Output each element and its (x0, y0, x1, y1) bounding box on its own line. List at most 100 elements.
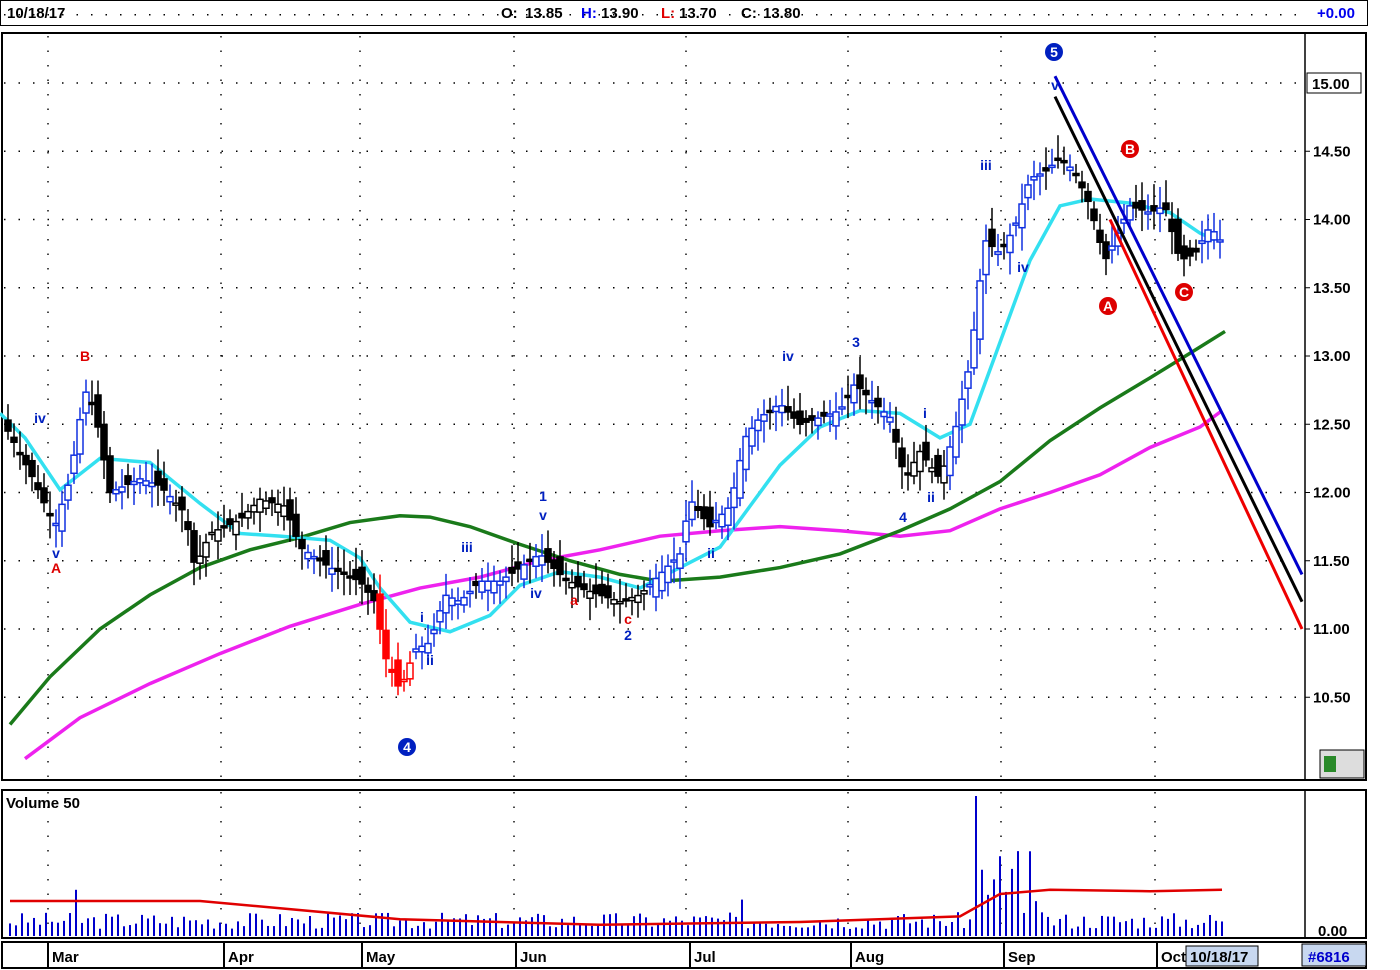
candle-body (136, 478, 144, 484)
candle-body (466, 590, 474, 595)
candle-body (352, 568, 360, 581)
candle-body (550, 559, 558, 570)
candle-body (1012, 222, 1020, 226)
candle-body (616, 600, 624, 605)
candle-body (712, 519, 720, 524)
wave-label-minor: A (51, 560, 61, 576)
wave-label-minor: iv (34, 410, 46, 426)
candle-body (1042, 167, 1050, 172)
candle-body (502, 576, 510, 583)
candle-body (940, 465, 948, 484)
candle-body (1192, 247, 1200, 253)
wave-B-circled: B (1125, 141, 1135, 157)
candle-body (262, 500, 270, 510)
price-tick-label: 13.00 (1313, 348, 1351, 365)
candle-body (172, 502, 180, 506)
candle-body (988, 228, 996, 248)
price-axis-ticks: 14.50 14.00 13.50 13.00 12.50 12.00 11.50 11.00… (1305, 143, 1351, 706)
candle-body (1060, 159, 1068, 164)
candle-body (622, 598, 630, 602)
price-tick-label: 12.00 (1313, 485, 1351, 502)
candle-body (922, 441, 930, 461)
candle-body (1132, 201, 1140, 209)
candle-body (934, 454, 942, 477)
candle-body (1006, 234, 1014, 254)
candle-body (322, 550, 330, 566)
channel-line-black (1053, 95, 1304, 603)
candle-body (40, 487, 48, 504)
candle-body (1072, 172, 1080, 177)
candle-body (580, 583, 588, 591)
candle-body (214, 529, 222, 542)
candle-body (94, 394, 102, 428)
candle-body (328, 567, 336, 575)
candle-body (1186, 247, 1194, 257)
candle-body (1180, 245, 1188, 260)
candle-body (100, 423, 108, 461)
candle-body (862, 389, 870, 396)
grid-dots (4, 14, 1303, 936)
candle-body (178, 496, 186, 511)
candle-body (334, 567, 342, 572)
candle-body (316, 557, 324, 562)
candle-body (544, 548, 552, 563)
candle-body (166, 495, 174, 503)
candle-body (526, 558, 534, 563)
candle-body (64, 484, 72, 501)
candle-body (856, 374, 864, 390)
price-tick-label: 14.50 (1313, 143, 1351, 160)
candle-body (244, 510, 252, 519)
wave-label-minor: 3 (852, 334, 860, 350)
candle-body (1108, 245, 1116, 251)
candle-body (1156, 207, 1164, 215)
candle-body (1084, 190, 1092, 203)
candle-body (1174, 218, 1182, 254)
candle-body (658, 571, 666, 592)
candle-body (1216, 239, 1224, 243)
wave-label-minor: ii (927, 489, 935, 505)
wave-label-minor: iii (461, 539, 473, 555)
candle-body (886, 416, 894, 423)
candle-body (898, 447, 906, 468)
price-tick-label: 10.50 (1313, 689, 1351, 706)
wave-label-minor: v (1051, 77, 1059, 93)
candle-body (982, 240, 990, 276)
candle-body (106, 455, 114, 494)
wave-label-minor: v (52, 545, 60, 561)
wave-label-minor: c (624, 611, 632, 627)
candle-body (700, 506, 708, 520)
candle-body (340, 571, 348, 575)
candle-body (688, 501, 696, 521)
candle-body (1024, 184, 1032, 199)
candle-body (736, 459, 744, 499)
candle-body (490, 580, 498, 594)
candle-body (676, 553, 684, 569)
channel-line-red (1108, 218, 1304, 630)
candle-body (808, 415, 816, 421)
candle-body (838, 406, 846, 410)
candle-body (394, 659, 402, 687)
candle-body (868, 399, 876, 404)
candle-body (310, 555, 318, 560)
candle-body (286, 499, 294, 521)
candle-body (592, 584, 600, 595)
candle-body (874, 397, 882, 408)
wave-label-minor: 2 (624, 627, 632, 643)
candle-body (628, 596, 636, 602)
candle-body (478, 580, 486, 593)
candle-body (154, 470, 162, 486)
candle-body (826, 413, 834, 417)
wave-label-minor: 1 (539, 488, 547, 504)
wave-label-minor: i (420, 609, 424, 625)
zoom-widget-icon (1324, 756, 1336, 772)
candle-body (382, 629, 390, 660)
candle-body (496, 580, 504, 586)
candle-body (892, 428, 900, 443)
wave-label-minor: ii (426, 652, 434, 668)
candle-body (742, 435, 750, 471)
candle-body (664, 565, 672, 584)
month-label: Jun (520, 949, 547, 966)
candle-body (640, 590, 648, 595)
candle-body (10, 436, 18, 443)
candle-body (1102, 241, 1110, 260)
